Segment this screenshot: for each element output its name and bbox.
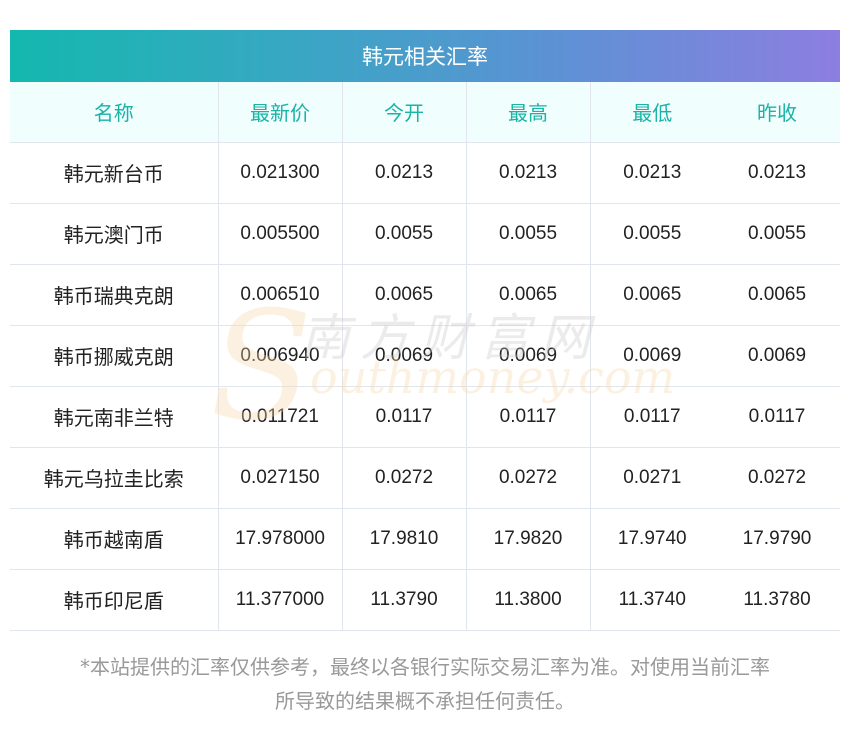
cell-open: 0.0069	[341, 325, 466, 387]
cell-open: 0.0272	[341, 447, 466, 509]
cell-open: 17.9810	[341, 508, 466, 570]
cell-prev-close: 17.9790	[714, 508, 840, 570]
cell-prev-close: 0.0055	[714, 203, 840, 265]
cell-name: 韩币印尼盾	[10, 569, 218, 631]
cell-latest: 0.006940	[217, 325, 342, 387]
cell-prev-close: 0.0069	[714, 325, 840, 387]
table-row: 韩币印尼盾 11.377000 11.3790 11.3800 11.3740 11.37…	[10, 569, 840, 631]
column-header-name: 名称	[10, 82, 218, 143]
table-row: 韩元澳门币 0.005500 0.0055 0.0055 0.0055 0.0055	[10, 203, 840, 265]
disclaimer-line-1: *本站提供的汇率仅供参考，最终以各银行实际交易汇率为准。对使用当前汇率	[80, 655, 770, 679]
cell-low: 11.3740	[589, 569, 714, 631]
cell-low: 17.9740	[589, 508, 714, 570]
table-row: 韩币挪威克朗 0.006940 0.0069 0.0069 0.0069 0.0069	[10, 325, 840, 387]
cell-latest: 17.978000	[217, 508, 342, 570]
cell-latest: 0.011721	[217, 386, 342, 448]
cell-name: 韩元乌拉圭比索	[10, 447, 218, 509]
column-header-low: 最低	[589, 82, 714, 143]
table-title: 韩元相关汇率	[10, 30, 840, 82]
cell-latest: 11.377000	[217, 569, 342, 631]
cell-name: 韩币瑞典克朗	[10, 264, 218, 326]
cell-high: 11.3800	[465, 569, 590, 631]
cell-name: 韩元新台币	[10, 142, 218, 204]
cell-open: 11.3790	[341, 569, 466, 631]
cell-high: 17.9820	[465, 508, 590, 570]
cell-low: 0.0117	[589, 386, 714, 448]
column-header-latest: 最新价	[217, 82, 342, 143]
cell-prev-close: 0.0213	[714, 142, 840, 204]
cell-high: 0.0065	[465, 264, 590, 326]
cell-open: 0.0065	[341, 264, 466, 326]
table-row: 韩元南非兰特 0.011721 0.0117 0.0117 0.0117 0.0117	[10, 386, 840, 448]
cell-prev-close: 11.3780	[714, 569, 840, 631]
cell-high: 0.0117	[465, 386, 590, 448]
cell-low: 0.0069	[589, 325, 714, 387]
table-row: 韩元新台币 0.021300 0.0213 0.0213 0.0213 0.0213	[10, 142, 840, 204]
cell-open: 0.0117	[341, 386, 466, 448]
cell-prev-close: 0.0272	[714, 447, 840, 509]
table-row: 韩币瑞典克朗 0.006510 0.0065 0.0065 0.0065 0.0065	[10, 264, 840, 326]
cell-high: 0.0055	[465, 203, 590, 265]
cell-prev-close: 0.0065	[714, 264, 840, 326]
cell-latest: 0.005500	[217, 203, 342, 265]
cell-latest: 0.021300	[217, 142, 342, 204]
table-row: 韩元乌拉圭比索 0.027150 0.0272 0.0272 0.0271 0.0272	[10, 447, 840, 509]
cell-name: 韩币越南盾	[10, 508, 218, 570]
cell-low: 0.0055	[589, 203, 714, 265]
cell-high: 0.0069	[465, 325, 590, 387]
cell-name: 韩币挪威克朗	[10, 325, 218, 387]
disclaimer: *本站提供的汇率仅供参考，最终以各银行实际交易汇率为准。对使用当前汇率 所导致的…	[0, 650, 850, 718]
cell-latest: 0.027150	[217, 447, 342, 509]
column-header-open: 今开	[341, 82, 466, 143]
cell-open: 0.0213	[341, 142, 466, 204]
cell-open: 0.0055	[341, 203, 466, 265]
header-row: 名称 最新价 今开 最高 最低 昨收	[10, 82, 840, 143]
disclaimer-line-2: 所导致的结果概不承担任何责任。	[275, 689, 575, 713]
cell-prev-close: 0.0117	[714, 386, 840, 448]
column-header-prev-close: 昨收	[714, 82, 840, 143]
column-header-high: 最高	[465, 82, 590, 143]
cell-low: 0.0065	[589, 264, 714, 326]
cell-name: 韩元澳门币	[10, 203, 218, 265]
table-row: 韩币越南盾 17.978000 17.9810 17.9820 17.9740 17.97…	[10, 508, 840, 570]
cell-high: 0.0213	[465, 142, 590, 204]
cell-high: 0.0272	[465, 447, 590, 509]
cell-low: 0.0213	[589, 142, 714, 204]
cell-latest: 0.006510	[217, 264, 342, 326]
exchange-rate-table: 名称 最新价 今开 最高 最低 昨收 韩元新台币 0.021300 0.0213 0.0213 0…	[10, 82, 840, 631]
cell-name: 韩元南非兰特	[10, 386, 218, 448]
cell-low: 0.0271	[589, 447, 714, 509]
